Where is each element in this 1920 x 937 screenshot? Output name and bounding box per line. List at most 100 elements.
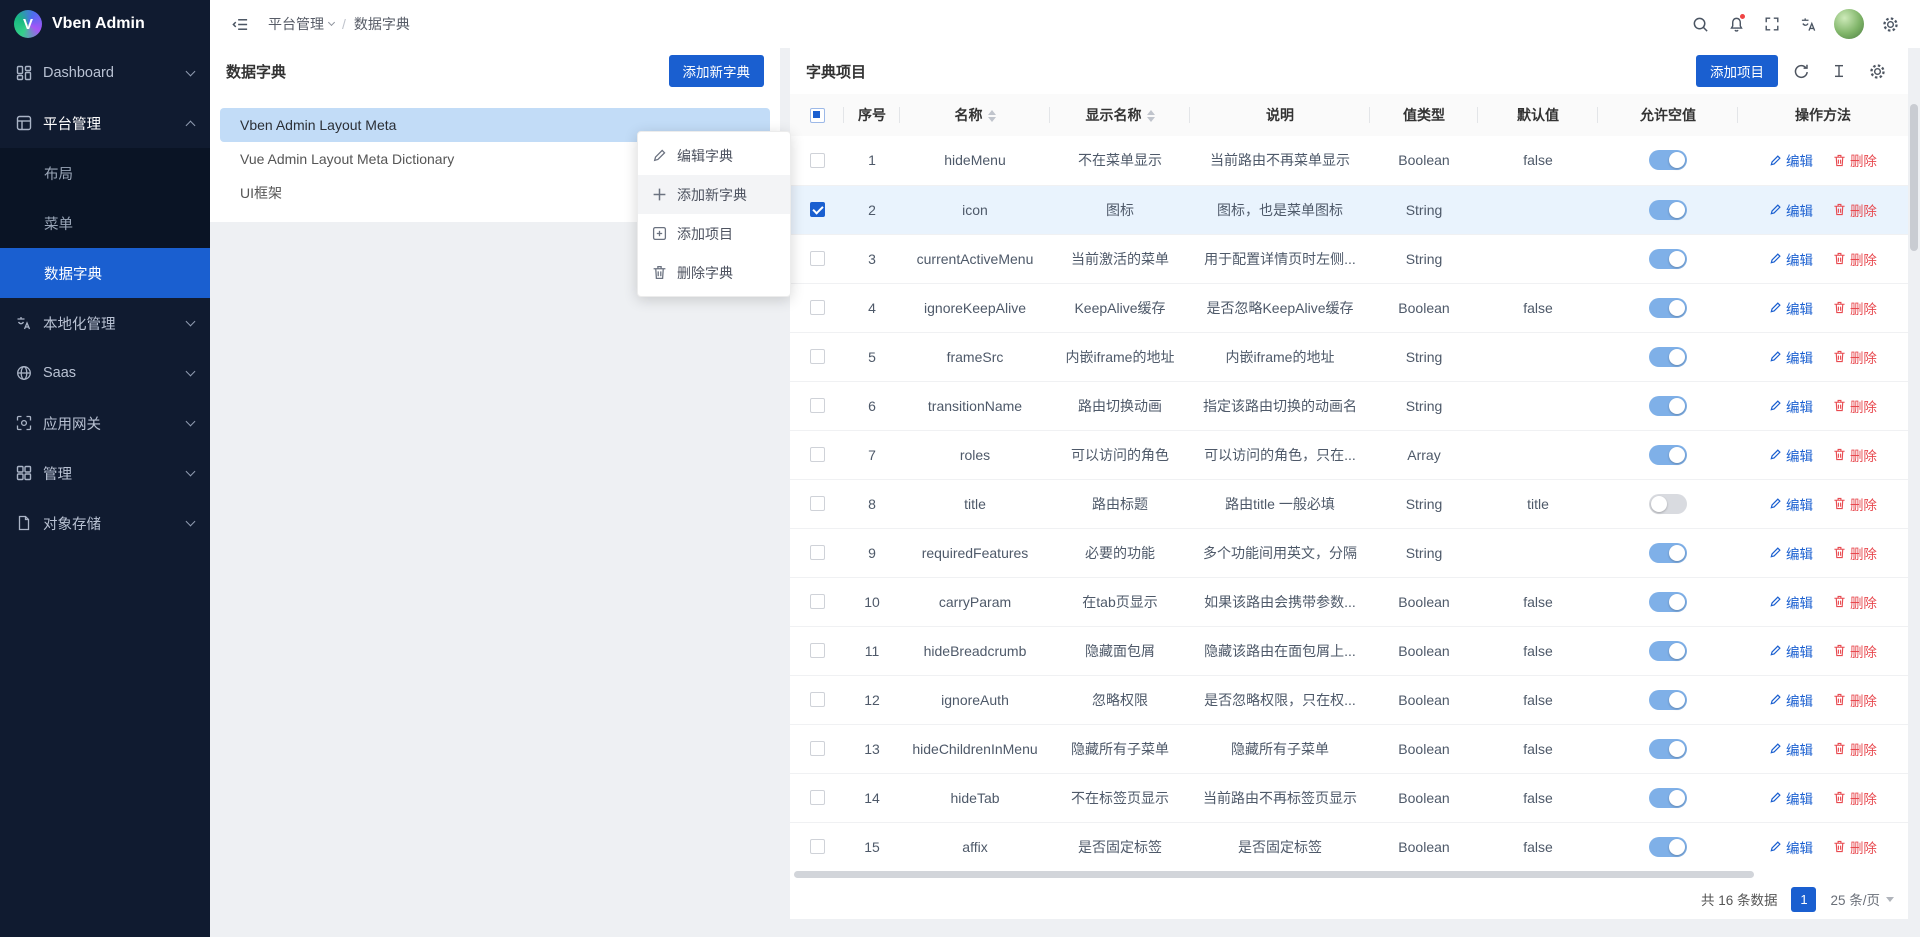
sidebar-item-saas[interactable]: Saas <box>0 348 210 398</box>
sidebar-item-menu[interactable]: 菜单 <box>0 198 210 248</box>
table-settings-gear-icon[interactable] <box>1862 56 1892 86</box>
delete-button[interactable]: 删除 <box>1833 200 1877 220</box>
edit-button[interactable]: 编辑 <box>1769 200 1813 220</box>
delete-button[interactable]: 删除 <box>1833 347 1877 367</box>
gear-icon[interactable] <box>1874 8 1906 40</box>
page-number-button[interactable]: 1 <box>1791 887 1816 912</box>
row-checkbox[interactable] <box>810 447 825 462</box>
edit-button[interactable]: 编辑 <box>1769 249 1813 269</box>
delete-button[interactable]: 删除 <box>1833 543 1877 563</box>
edit-button[interactable]: 编辑 <box>1769 543 1813 563</box>
nullable-toggle[interactable] <box>1649 641 1687 661</box>
menu-fold-icon[interactable] <box>224 8 256 40</box>
user-avatar[interactable] <box>1834 9 1864 39</box>
edit-button[interactable]: 编辑 <box>1769 298 1813 318</box>
sidebar-item-localization[interactable]: 本地化管理 <box>0 298 210 348</box>
edit-button[interactable]: 编辑 <box>1769 641 1813 661</box>
delete-button[interactable]: 删除 <box>1833 249 1877 269</box>
sidebar-item-gateway[interactable]: 应用网关 <box>0 398 210 448</box>
row-checkbox[interactable] <box>810 153 825 168</box>
row-height-icon[interactable] <box>1824 56 1854 86</box>
delete-button[interactable]: 删除 <box>1833 788 1877 808</box>
sidebar-item-data-dictionary[interactable]: 数据字典 <box>0 248 210 298</box>
edit-button[interactable]: 编辑 <box>1769 494 1813 514</box>
cell-display-name: 当前激活的菜单 <box>1050 234 1190 283</box>
row-checkbox[interactable] <box>810 594 825 609</box>
edit-button[interactable]: 编辑 <box>1769 150 1813 170</box>
nullable-toggle[interactable] <box>1649 837 1687 857</box>
row-checkbox[interactable] <box>810 545 825 560</box>
delete-button[interactable]: 删除 <box>1833 150 1877 170</box>
delete-button[interactable]: 删除 <box>1833 298 1877 318</box>
row-checkbox[interactable] <box>810 692 825 707</box>
sidebar-item-label: 应用网关 <box>43 413 177 434</box>
nullable-toggle[interactable] <box>1649 396 1687 416</box>
fullscreen-icon[interactable] <box>1756 8 1788 40</box>
translate-icon[interactable] <box>1792 8 1824 40</box>
add-item-button[interactable]: 添加项目 <box>1696 55 1778 87</box>
horizontal-scrollbar[interactable] <box>794 869 1898 879</box>
sort-icons[interactable] <box>988 110 996 122</box>
edit-button[interactable]: 编辑 <box>1769 347 1813 367</box>
horizontal-scrollbar-thumb[interactable] <box>794 871 1754 878</box>
row-checkbox[interactable] <box>810 349 825 364</box>
sidebar-item-platform[interactable]: 平台管理 <box>0 98 210 148</box>
sidebar-item-object-storage[interactable]: 对象存储 <box>0 498 210 548</box>
sidebar-item-management[interactable]: 管理 <box>0 448 210 498</box>
row-checkbox[interactable] <box>810 741 825 756</box>
row-checkbox[interactable] <box>810 398 825 413</box>
row-checkbox[interactable] <box>810 839 825 854</box>
context-menu-item-delete-dictionary[interactable]: 删除字典 <box>638 253 790 292</box>
nullable-toggle[interactable] <box>1649 494 1687 514</box>
page-size-select[interactable]: 25 条/页 <box>1830 889 1894 909</box>
refresh-icon[interactable] <box>1786 56 1816 86</box>
edit-button[interactable]: 编辑 <box>1769 690 1813 710</box>
nullable-toggle[interactable] <box>1649 445 1687 465</box>
page-vertical-scrollbar[interactable] <box>1910 104 1918 251</box>
context-menu-item-add-dictionary[interactable]: 添加新字典 <box>638 175 790 214</box>
row-checkbox[interactable] <box>810 300 825 315</box>
add-dictionary-button[interactable]: 添加新字典 <box>669 55 765 87</box>
row-checkbox[interactable] <box>810 251 825 266</box>
edit-button[interactable]: 编辑 <box>1769 788 1813 808</box>
delete-button[interactable]: 删除 <box>1833 494 1877 514</box>
nullable-toggle[interactable] <box>1649 592 1687 612</box>
context-menu-item-edit-dictionary[interactable]: 编辑字典 <box>638 136 790 175</box>
nullable-toggle[interactable] <box>1649 690 1687 710</box>
sidebar-item-layout[interactable]: 布局 <box>0 148 210 198</box>
edit-button[interactable]: 编辑 <box>1769 445 1813 465</box>
sort-icons[interactable] <box>1147 110 1155 122</box>
breadcrumb-item-platform[interactable]: 平台管理 <box>268 14 334 34</box>
delete-button[interactable]: 删除 <box>1833 837 1877 857</box>
delete-button[interactable]: 删除 <box>1833 592 1877 612</box>
nullable-toggle[interactable] <box>1649 249 1687 269</box>
nullable-toggle[interactable] <box>1649 200 1687 220</box>
nullable-toggle[interactable] <box>1649 298 1687 318</box>
nullable-toggle[interactable] <box>1649 347 1687 367</box>
sidebar-item-dashboard[interactable]: Dashboard <box>0 48 210 98</box>
cell-index: 1 <box>844 136 900 185</box>
delete-button[interactable]: 删除 <box>1833 641 1877 661</box>
row-checkbox[interactable] <box>810 202 825 217</box>
row-checkbox[interactable] <box>810 643 825 658</box>
delete-button[interactable]: 删除 <box>1833 445 1877 465</box>
row-checkbox[interactable] <box>810 790 825 805</box>
delete-button[interactable]: 删除 <box>1833 690 1877 710</box>
breadcrumb-item-data-dictionary[interactable]: 数据字典 <box>354 14 410 34</box>
row-checkbox[interactable] <box>810 496 825 511</box>
edit-button[interactable]: 编辑 <box>1769 837 1813 857</box>
nullable-toggle[interactable] <box>1649 543 1687 563</box>
nullable-toggle[interactable] <box>1649 788 1687 808</box>
notification-bell-icon[interactable] <box>1720 8 1752 40</box>
delete-button[interactable]: 删除 <box>1833 396 1877 416</box>
app-logo[interactable]: V Vben Admin <box>0 0 210 48</box>
edit-button[interactable]: 编辑 <box>1769 396 1813 416</box>
nullable-toggle[interactable] <box>1649 739 1687 759</box>
edit-button[interactable]: 编辑 <box>1769 592 1813 612</box>
delete-button[interactable]: 删除 <box>1833 739 1877 759</box>
edit-button[interactable]: 编辑 <box>1769 739 1813 759</box>
nullable-toggle[interactable] <box>1649 150 1687 170</box>
context-menu-item-add-item[interactable]: 添加项目 <box>638 214 790 253</box>
search-icon[interactable] <box>1684 8 1716 40</box>
select-all-checkbox[interactable] <box>810 108 825 123</box>
